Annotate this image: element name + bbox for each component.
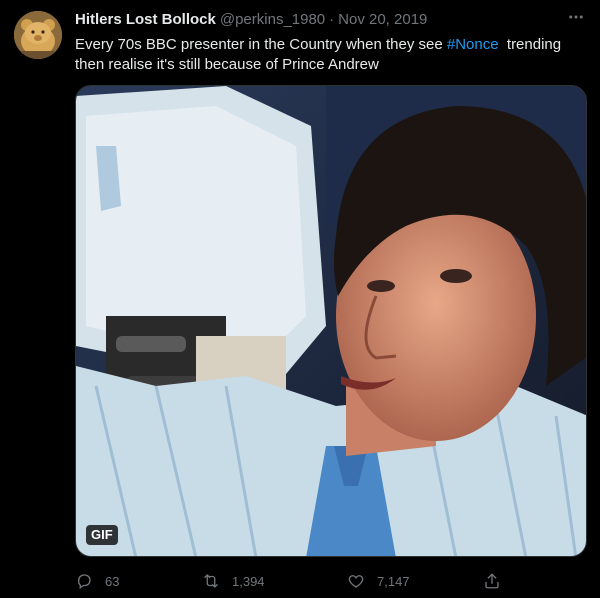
retweet-button[interactable]: 1,394 <box>202 571 265 591</box>
separator-dot: · <box>329 11 335 28</box>
heart-icon <box>348 575 364 588</box>
tweet-actions: 63 1,394 7,147 <box>75 571 587 593</box>
avatar-image <box>14 11 62 59</box>
more-horizontal-icon[interactable] <box>565 6 587 28</box>
tweet-text-before: Every 70s BBC presenter in the Country w… <box>75 36 447 53</box>
avatar[interactable] <box>14 11 62 59</box>
gif-badge: GIF <box>86 525 118 545</box>
hashtag-link[interactable]: #Nonce <box>447 36 499 53</box>
tweet-header: Hitlers Lost Bollock @perkins_1980 · Nov… <box>75 10 587 30</box>
retweet-icon <box>204 574 218 588</box>
reply-count: 63 <box>105 573 120 589</box>
reply-button[interactable]: 63 <box>75 571 119 591</box>
like-button[interactable]: 7,147 <box>347 571 410 591</box>
share-button[interactable] <box>483 571 501 591</box>
tweet-media-gif[interactable]: GIF <box>75 85 587 557</box>
like-count: 7,147 <box>377 573 410 589</box>
tweet[interactable]: Hitlers Lost Bollock @perkins_1980 · Nov… <box>0 0 600 598</box>
reply-icon <box>77 574 91 590</box>
gif-frame-image <box>76 86 586 556</box>
tweet-content: Hitlers Lost Bollock @perkins_1980 · Nov… <box>75 10 587 590</box>
share-icon <box>485 573 499 589</box>
user-handle[interactable]: @perkins_1980 <box>220 10 325 30</box>
tweet-text: Every 70s BBC presenter in the Country w… <box>75 35 580 75</box>
retweet-count: 1,394 <box>232 573 265 589</box>
tweet-date[interactable]: Nov 20, 2019 <box>338 10 427 30</box>
display-name[interactable]: Hitlers Lost Bollock <box>75 10 216 30</box>
